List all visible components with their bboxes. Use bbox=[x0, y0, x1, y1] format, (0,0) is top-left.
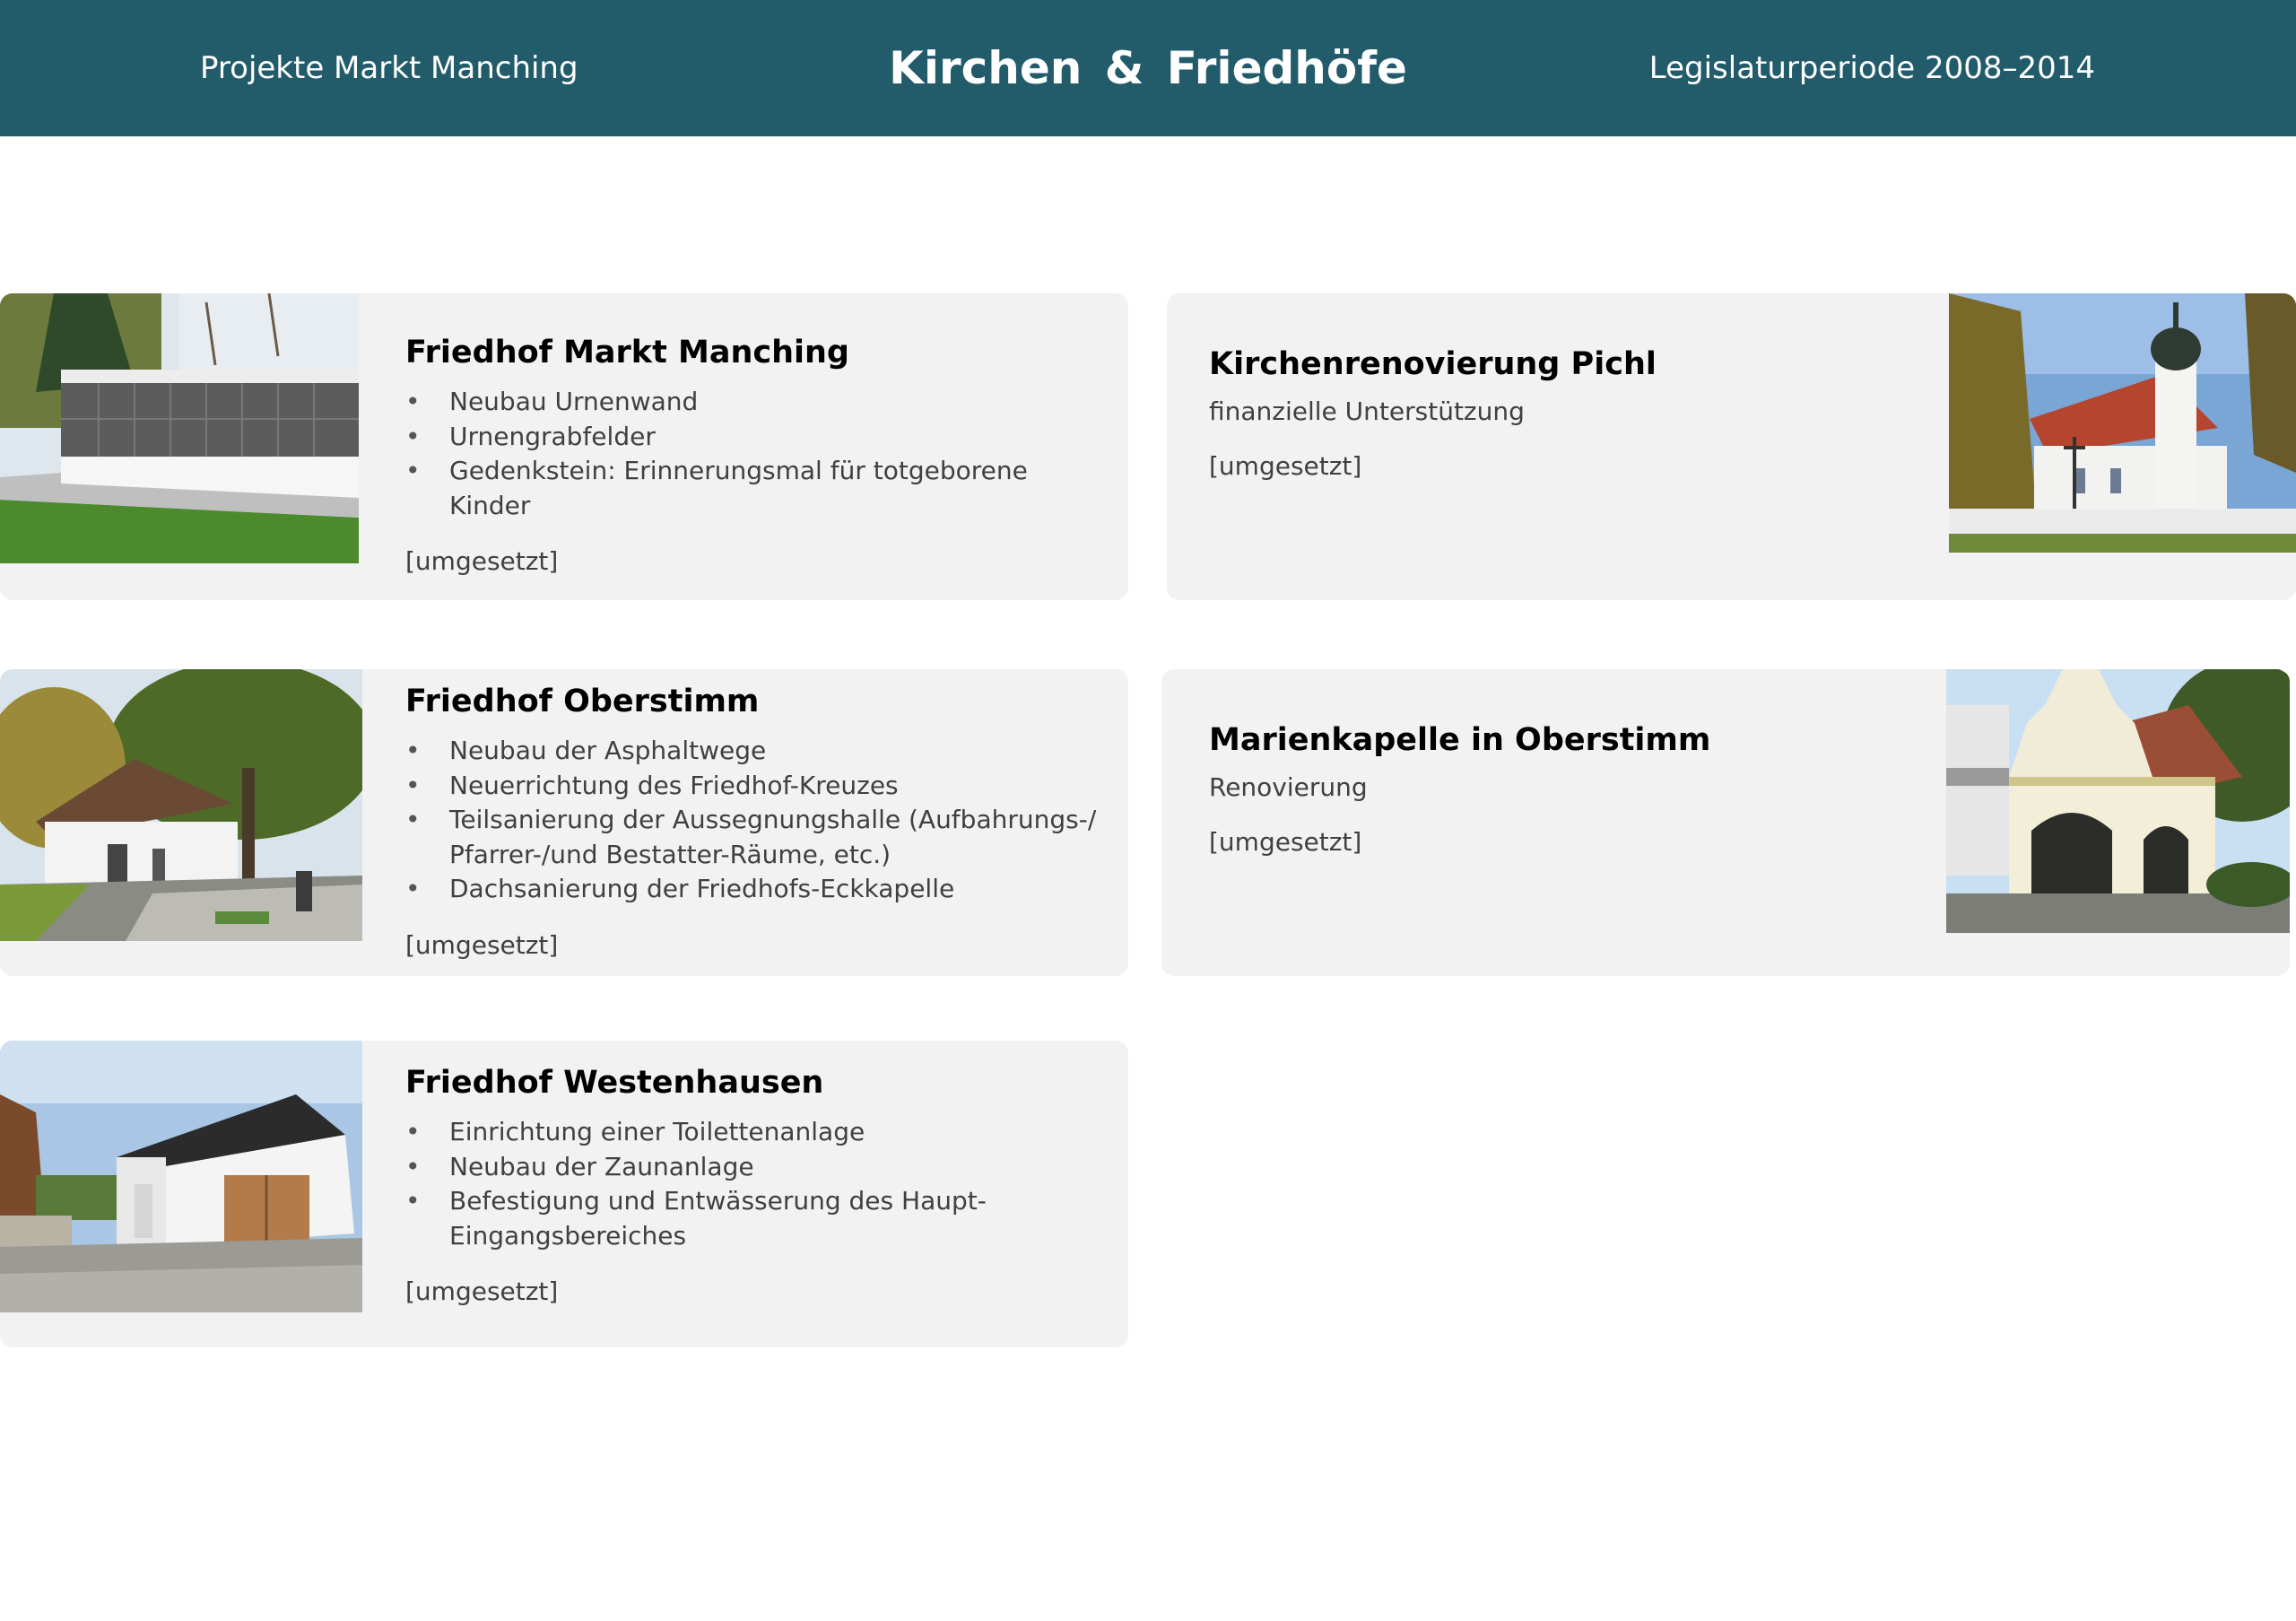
status-label: [umgesetzt] bbox=[405, 546, 559, 576]
card-friedhof-markt-manching: Friedhof Markt Manching Neubau Urnenwand… bbox=[0, 293, 1128, 600]
list-item: Urnengrabfelder bbox=[405, 420, 1105, 455]
page-header: Projekte Markt Manching Kirchen & Friedh… bbox=[0, 0, 2296, 136]
card-subtitle: finanzielle Unterstützung bbox=[1209, 397, 1525, 426]
status-label: [umgesetzt] bbox=[1209, 827, 1362, 857]
card-marienkapelle-oberstimm: Marienkapelle in Oberstimm Renovierung [… bbox=[1161, 669, 2290, 976]
bullet-list: Neubau der Asphaltwege Neuerrichtung des… bbox=[405, 734, 1105, 907]
card-title: Kirchenrenovierung Pichl bbox=[1209, 346, 1657, 382]
card-subtitle: Renovierung bbox=[1209, 772, 1368, 802]
status-label: [umgesetzt] bbox=[405, 1277, 559, 1306]
card-title: Friedhof Oberstimm bbox=[405, 684, 760, 719]
status-label: [umgesetzt] bbox=[405, 929, 559, 960]
card-title: Marienkapelle in Oberstimm bbox=[1209, 722, 1711, 758]
status-label: [umgesetzt] bbox=[1209, 451, 1362, 481]
list-item: Teilsanierung der Aussegnungshalle (Aufb… bbox=[405, 803, 1105, 872]
list-item: Neubau der Asphaltwege bbox=[405, 734, 1105, 769]
bullet-list: Neubau Urnenwand Urnengrabfelder Gedenks… bbox=[405, 385, 1105, 523]
card-title: Friedhof Westenhausen bbox=[405, 1065, 824, 1101]
header-period: Legislaturperiode 2008–2014 bbox=[1648, 50, 2095, 86]
photo-urn-wall bbox=[0, 293, 359, 563]
list-item: Neubau Urnenwand bbox=[405, 385, 1105, 420]
card-body: Friedhof Oberstimm Neubau der Asphaltweg… bbox=[405, 684, 1105, 960]
list-item: Neuerrichtung des Friedhof-Kreuzes bbox=[405, 769, 1105, 804]
photo-cemetery-hall bbox=[0, 669, 362, 941]
list-item: Befestigung und Entwässerung des Haupt-E… bbox=[405, 1184, 987, 1253]
card-title: Friedhof Markt Manching bbox=[405, 335, 849, 370]
card-body: Friedhof Markt Manching Neubau Urnenwand… bbox=[405, 335, 1105, 576]
bullet-list: Einrichtung einer Toilettenanlage Neubau… bbox=[405, 1115, 1105, 1253]
list-item: Gedenkstein: Erinnerungsmal für totgebor… bbox=[405, 454, 1105, 523]
card-friedhof-westenhausen: Friedhof Westenhausen Einrichtung einer … bbox=[0, 1041, 1128, 1347]
photo-church-pichl bbox=[1949, 293, 2296, 553]
list-item: Neubau der Zaunanlage bbox=[405, 1150, 1105, 1185]
card-friedhof-oberstimm: Friedhof Oberstimm Neubau der Asphaltweg… bbox=[0, 669, 1128, 976]
list-item: Einrichtung einer Toilettenanlage bbox=[405, 1115, 1105, 1150]
card-kirchenrenovierung-pichl: Kirchenrenovierung Pichl finanzielle Unt… bbox=[1167, 293, 2296, 600]
card-body: Friedhof Westenhausen Einrichtung einer … bbox=[405, 1065, 1105, 1306]
card-body: Marienkapelle in Oberstimm Renovierung [… bbox=[1209, 722, 1926, 857]
list-item: Dachsanierung der Friedhofs-Eckkapelle bbox=[405, 872, 1105, 907]
photo-chapel bbox=[1946, 669, 2290, 933]
card-body: Kirchenrenovierung Pichl finanzielle Unt… bbox=[1209, 346, 1926, 481]
photo-toilet-building bbox=[0, 1041, 362, 1312]
